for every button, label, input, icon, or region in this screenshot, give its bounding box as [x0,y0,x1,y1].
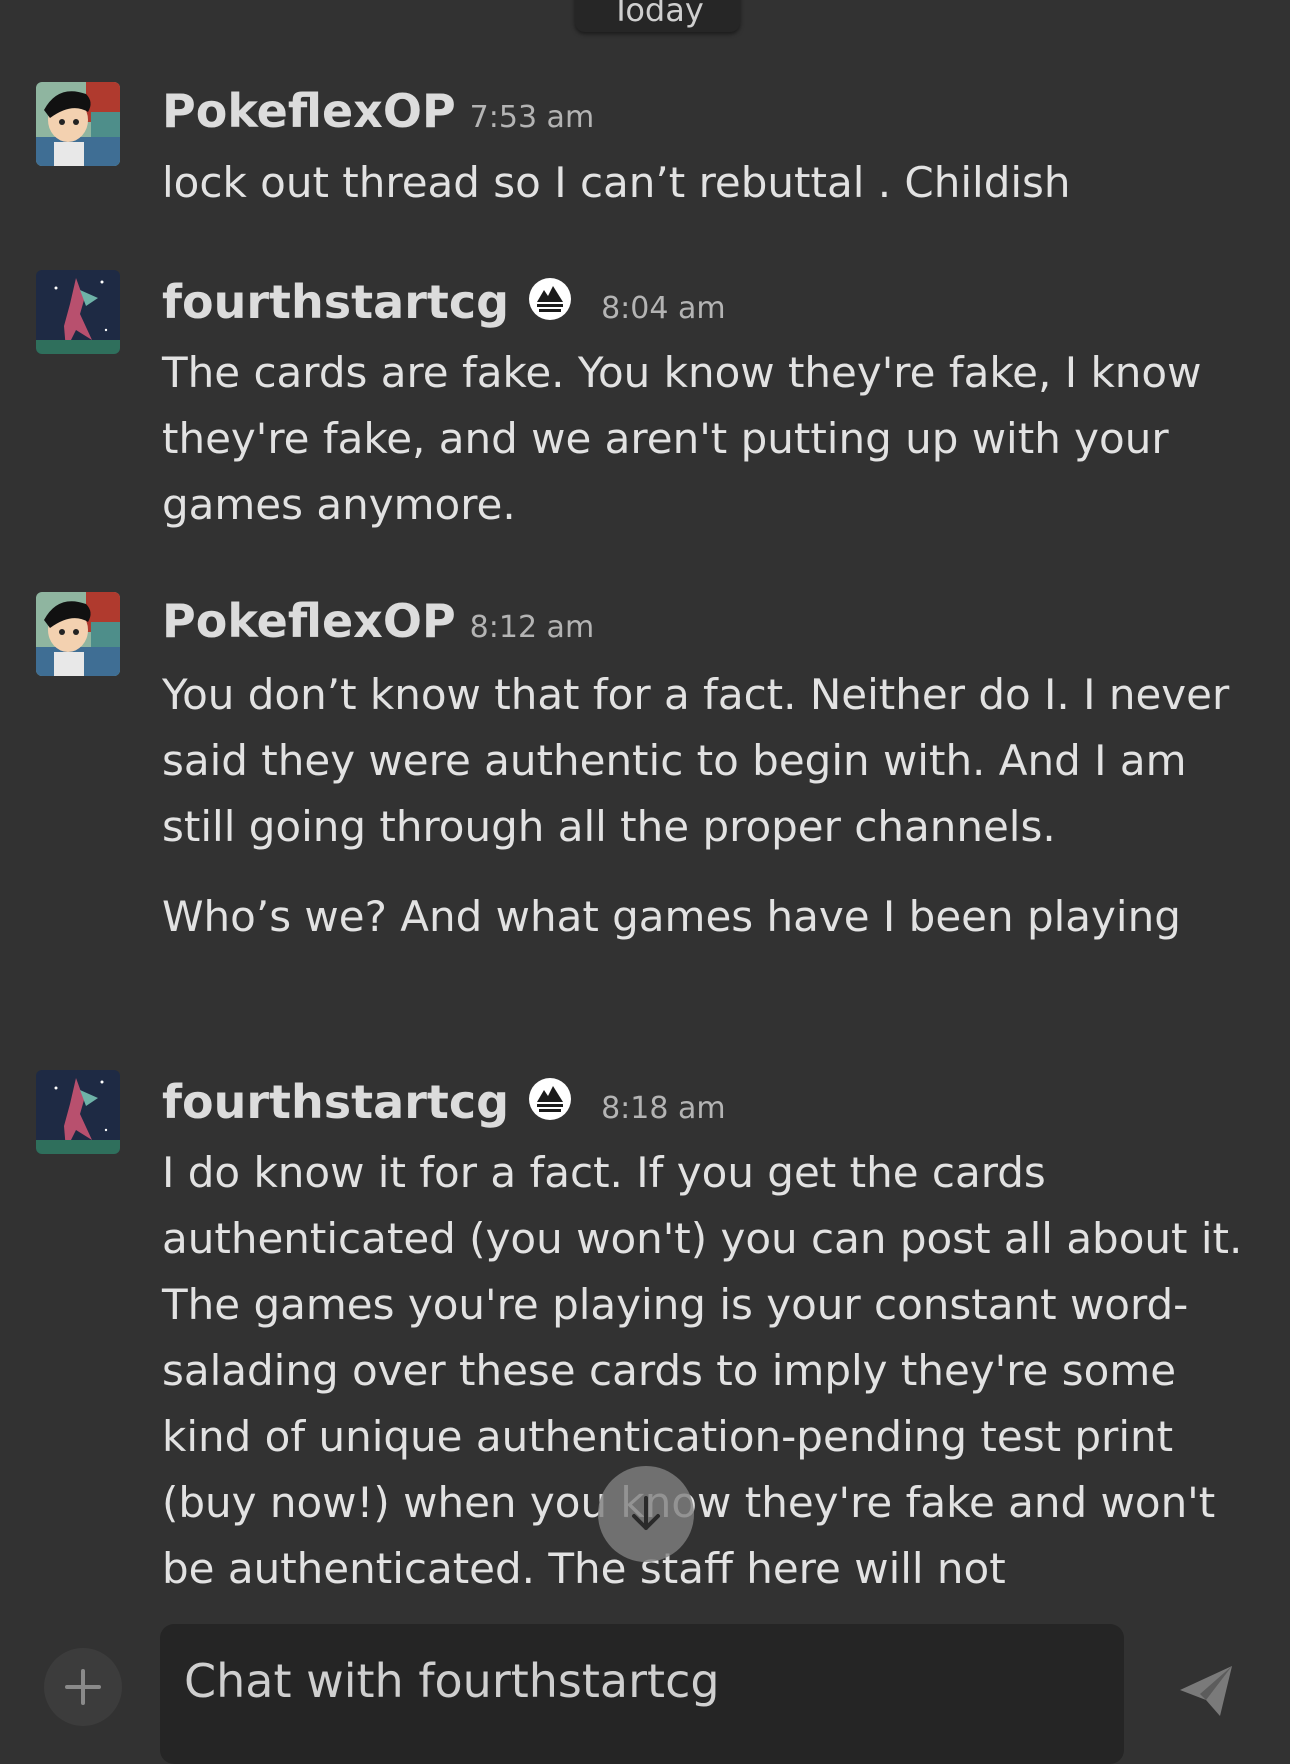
message-paragraph: lock out thread so I can’t rebuttal . Ch… [162,158,1071,207]
username[interactable]: PokeflexOP [162,84,456,138]
avatar[interactable] [36,1070,120,1154]
message-paragraph: I do know it for a fact. If you get the … [162,1148,1243,1593]
chat-input[interactable]: Chat with fourthstartcg [160,1624,1124,1764]
moderator-badge-icon [527,276,573,322]
moderator-badge-icon [527,1076,573,1122]
timestamp: 8:12 am [469,610,595,645]
message-paragraph: The cards are fake. You know they're fak… [162,348,1202,529]
username[interactable]: PokeflexOP [162,594,456,648]
message-paragraph: You don’t know that for a fact. Neither … [162,670,1230,851]
message-text: I do know it for a fact. If you get the … [162,1140,1272,1602]
timestamp: 8:04 am [601,291,726,326]
pokemon-avatar-image [36,1070,120,1154]
date-divider: Today [575,0,740,32]
arrow-down-icon [632,1496,660,1530]
message-paragraph: Who’s we? And what games have I been pla… [162,892,1181,941]
scroll-to-bottom-button[interactable] [598,1466,694,1562]
timestamp: 8:18 am [601,1091,726,1126]
message-text: The cards are fake. You know they're fak… [162,340,1272,538]
timestamp: 7:53 am [469,100,595,135]
add-attachment-button[interactable] [44,1648,122,1726]
avatar[interactable] [36,270,120,354]
message-text: lock out thread so I can’t rebuttal . Ch… [162,150,1272,216]
ash-avatar-image [36,592,120,676]
ash-avatar-image [36,82,120,166]
send-icon [1180,1666,1232,1716]
username[interactable]: fourthstartcg [162,275,509,329]
send-button[interactable] [1176,1660,1236,1720]
username[interactable]: fourthstartcg [162,1075,509,1129]
avatar[interactable] [36,592,120,676]
plus-icon [65,1669,101,1705]
message-text: You don’t know that for a fact. Neither … [162,662,1272,950]
avatar[interactable] [36,82,120,166]
pokemon-avatar-image [36,270,120,354]
